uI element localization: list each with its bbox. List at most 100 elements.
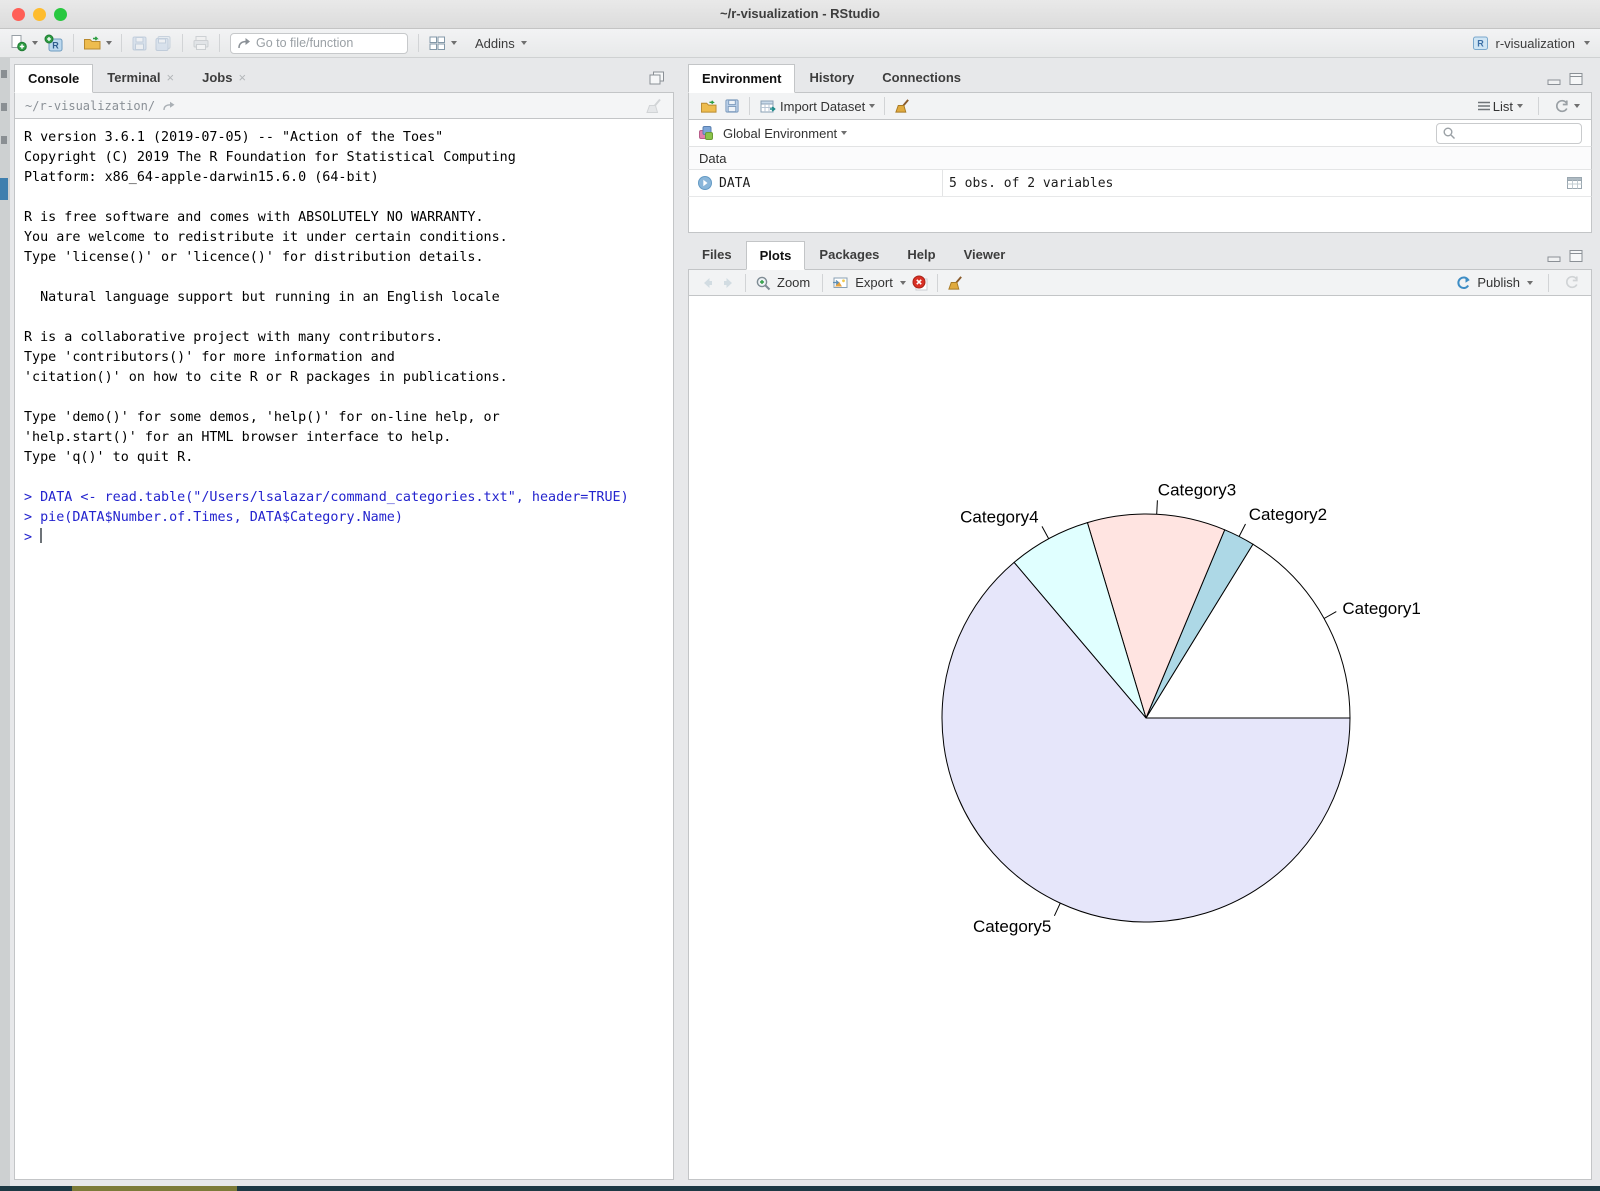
goto-file-function-box[interactable]	[230, 33, 408, 54]
environment-tabstrip: Environment History Connections	[688, 63, 1592, 93]
zoom-label: Zoom	[777, 275, 810, 290]
view-data-grid-icon[interactable]	[1566, 176, 1583, 190]
toolbar-divider	[745, 274, 746, 292]
refresh-plot-button[interactable]	[1561, 273, 1583, 292]
dock-accent	[72, 1186, 237, 1191]
new-file-icon	[9, 34, 28, 52]
print-button[interactable]	[189, 33, 213, 53]
tab-terminal[interactable]: Terminal ×	[93, 63, 188, 92]
text-cursor	[40, 528, 42, 543]
working-directory: ~/r-visualization/	[25, 99, 155, 113]
console-line: You are welcome to redistribute it under…	[24, 228, 673, 248]
environment-empty-area	[688, 197, 1592, 233]
tab-viewer[interactable]: Viewer	[950, 240, 1020, 269]
console-output[interactable]: R version 3.6.1 (2019-07-05) -- "Action …	[14, 119, 674, 1180]
expand-object-icon[interactable]	[697, 175, 713, 191]
view-mode-label: List	[1493, 99, 1513, 114]
open-folder-icon	[83, 35, 102, 51]
clear-environment-button[interactable]	[891, 96, 914, 116]
export-image-icon	[832, 275, 850, 290]
global-environment-icon	[698, 125, 714, 141]
go-to-directory-icon[interactable]	[162, 100, 176, 112]
tab-environment[interactable]: Environment	[688, 64, 795, 93]
environment-object-row[interactable]: DATA 5 obs. of 2 variables	[688, 170, 1592, 197]
console-command-line: > pie(DATA$Number.of.Times, DATA$Categor…	[24, 508, 673, 528]
maximize-pane-icon[interactable]	[648, 70, 666, 86]
remove-plot-button[interactable]	[909, 273, 931, 293]
close-tab-icon[interactable]: ×	[238, 71, 246, 84]
tab-label: Viewer	[964, 247, 1006, 262]
addins-dropdown[interactable]: Addins	[470, 34, 530, 53]
object-view-mode-dropdown[interactable]: List	[1474, 97, 1526, 116]
close-tab-icon[interactable]: ×	[167, 71, 175, 84]
tab-history[interactable]: History	[795, 63, 868, 92]
pane-layout-button[interactable]	[425, 33, 460, 54]
import-dataset-icon	[759, 99, 778, 114]
broom-icon	[947, 275, 964, 291]
view-mode-caret	[1517, 104, 1523, 108]
tab-plots[interactable]: Plots	[746, 241, 806, 270]
print-icon	[192, 35, 210, 51]
pie-label-tick	[1157, 500, 1158, 514]
maximize-pane-icon[interactable]	[1568, 249, 1584, 263]
maximize-pane-icon[interactable]	[1568, 72, 1584, 86]
tab-console[interactable]: Console	[14, 64, 93, 93]
console-line: Copyright (C) 2019 The R Foundation for …	[24, 148, 673, 168]
import-dataset-caret	[869, 104, 875, 108]
console-prompt-line[interactable]: >	[24, 528, 673, 548]
environment-search-input[interactable]	[1460, 126, 1570, 140]
object-summary: 5 obs. of 2 variables	[949, 176, 1113, 191]
tab-files[interactable]: Files	[688, 240, 746, 269]
environment-scope-dropdown[interactable]: Global Environment	[720, 124, 850, 143]
minimize-pane-icon[interactable]	[1546, 72, 1562, 86]
svg-text:R: R	[1477, 39, 1484, 49]
publish-label: Publish	[1477, 275, 1520, 290]
publish-button[interactable]: Publish	[1452, 273, 1536, 293]
open-file-button[interactable]	[80, 33, 115, 53]
import-dataset-button[interactable]: Import Dataset	[756, 97, 878, 116]
console-tabstrip: Console Terminal × Jobs ×	[14, 63, 674, 93]
console-line: Platform: x86_64-apple-darwin15.6.0 (64-…	[24, 168, 673, 188]
toolbar-divider	[73, 34, 74, 52]
dock-strip	[0, 1186, 1600, 1191]
save-all-button[interactable]	[151, 33, 176, 54]
tab-label: Console	[28, 71, 79, 86]
export-plot-button[interactable]: Export	[829, 273, 909, 292]
environment-panel: Environment History Connections	[688, 63, 1592, 233]
environment-scope-row: Global Environment	[688, 120, 1592, 147]
new-file-button[interactable]	[6, 32, 41, 54]
tab-label: Environment	[702, 71, 781, 86]
new-project-button[interactable]: R	[41, 32, 67, 55]
save-button[interactable]	[128, 33, 151, 54]
tab-label: History	[809, 70, 854, 85]
new-project-icon: R	[44, 34, 64, 53]
broom-icon	[894, 98, 911, 114]
data-section-header: Data	[688, 147, 1592, 170]
minimize-pane-icon[interactable]	[1546, 249, 1562, 263]
export-caret	[900, 281, 906, 285]
plots-toolbar: Zoom Export	[688, 270, 1592, 296]
section-label: Data	[699, 151, 726, 166]
list-icon	[1477, 100, 1491, 112]
refresh-environment-button[interactable]	[1551, 97, 1583, 116]
save-workspace-button[interactable]	[721, 96, 743, 116]
console-line: R is a collaborative project with many c…	[24, 328, 673, 348]
console-line: R version 3.6.1 (2019-07-05) -- "Action …	[24, 128, 673, 148]
tab-jobs[interactable]: Jobs ×	[188, 63, 260, 92]
project-switcher[interactable]: R r-visualization	[1472, 35, 1590, 51]
svg-text:R: R	[52, 40, 59, 50]
next-plot-button[interactable]	[718, 274, 739, 292]
previous-plot-button[interactable]	[697, 274, 718, 292]
tab-help[interactable]: Help	[893, 240, 949, 269]
goto-file-function-input[interactable]	[256, 36, 386, 50]
environment-search-box[interactable]	[1436, 123, 1582, 144]
console-command-line: > DATA <- read.table("/Users/lsalazar/co…	[24, 488, 673, 508]
clear-all-plots-button[interactable]	[944, 273, 967, 293]
load-workspace-button[interactable]	[697, 97, 721, 116]
scope-label: Global Environment	[723, 126, 837, 141]
clear-console-icon[interactable]	[645, 98, 663, 114]
console-line	[24, 468, 673, 488]
tab-connections[interactable]: Connections	[868, 63, 975, 92]
tab-packages[interactable]: Packages	[805, 240, 893, 269]
zoom-plot-button[interactable]: Zoom	[752, 273, 816, 293]
